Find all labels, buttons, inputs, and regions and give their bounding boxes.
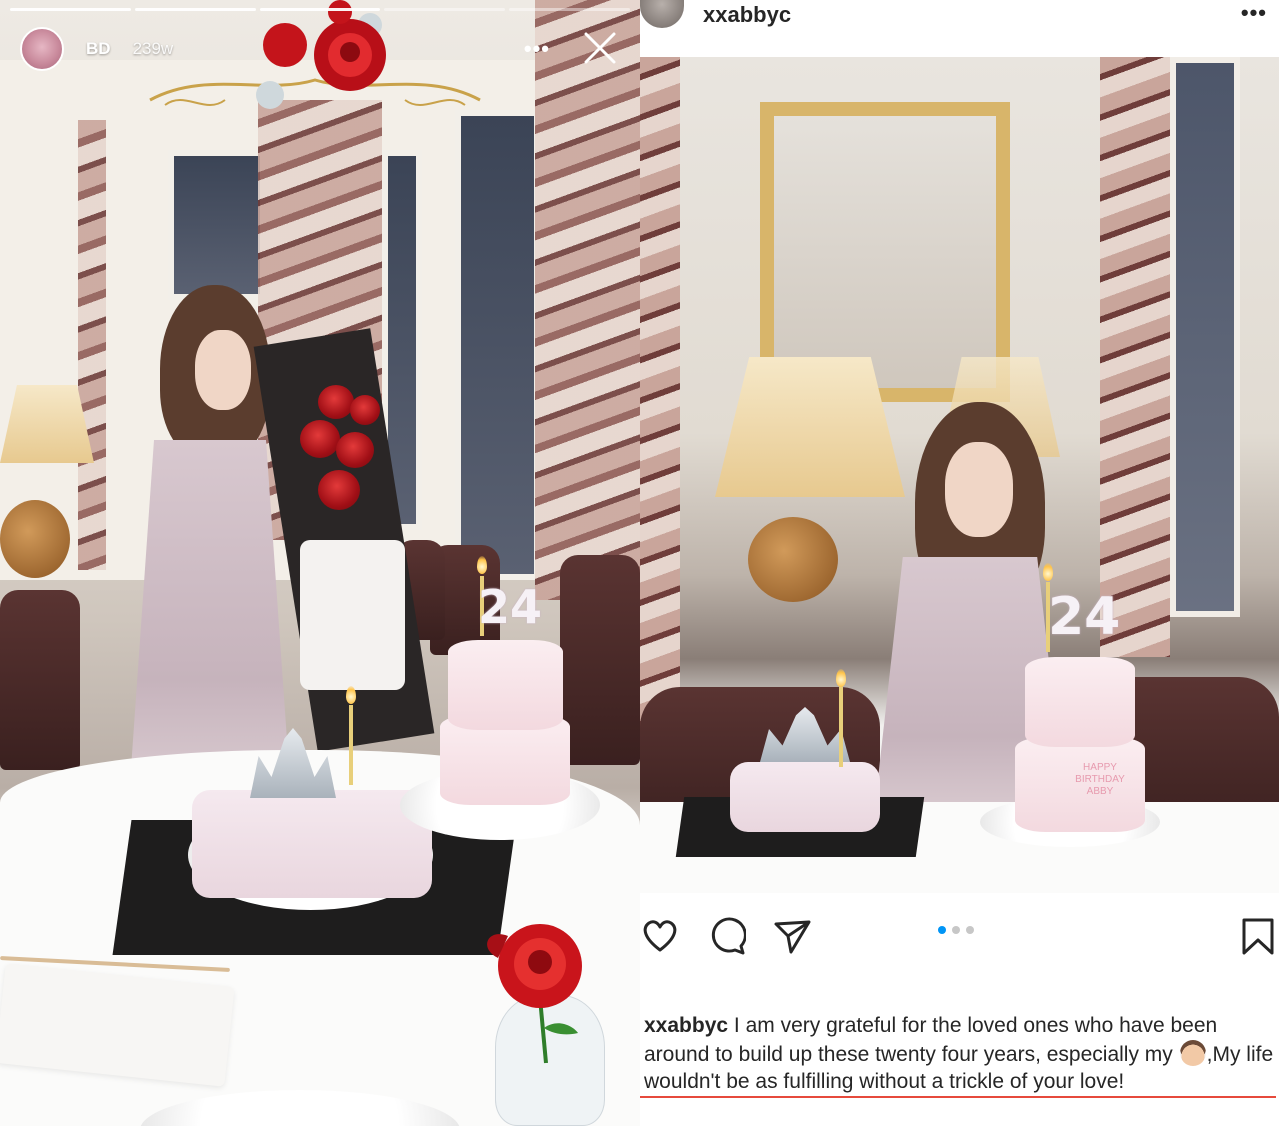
progress-segment (10, 8, 131, 11)
story-progress-bar (10, 8, 630, 11)
comment-icon[interactable] (706, 916, 746, 956)
caption-username[interactable]: xxabbyc (644, 1014, 728, 1037)
post-header: xxabbyc ••• (640, 0, 1279, 56)
progress-segment (259, 8, 381, 11)
boy-face-emoji-icon (1179, 1039, 1206, 1066)
story-timestamp: 239w (132, 39, 174, 58)
bookmark-icon[interactable] (1238, 916, 1278, 956)
post-photo[interactable]: 24 HAPPY BIRTHDAY ABBY (640, 57, 1279, 893)
cake-plaque: HAPPY BIRTHDAY ABBY (1075, 762, 1125, 797)
caption-text-part1: I am very grateful for the loved ones wh… (644, 1014, 1218, 1066)
carousel-dot (952, 926, 960, 934)
send-icon[interactable] (772, 916, 812, 956)
carousel-dot (966, 926, 974, 934)
carousel-dot-active (938, 926, 946, 934)
carousel-indicator (938, 926, 974, 934)
progress-segment (134, 8, 256, 11)
post-caption: xxabbyc I am very grateful for the loved… (644, 1012, 1274, 1096)
story-avatar[interactable] (20, 27, 64, 71)
post-username[interactable]: xxabbyc (703, 2, 791, 28)
red-underline-annotation (640, 1096, 1276, 1098)
progress-segment (384, 8, 506, 11)
post-more-options-button[interactable]: ••• (1241, 0, 1267, 26)
post-action-bar (640, 906, 1279, 962)
story-viewer[interactable]: 24 BD 239w ••• (0, 0, 640, 1126)
feed-post: xxabbyc ••• 24 HAPPY BIRTHDAY ABBY xxabb… (640, 0, 1279, 1126)
progress-segment (509, 8, 630, 11)
story-more-options-button[interactable]: ••• (524, 36, 550, 62)
cake-number-24: 24 (478, 580, 543, 634)
heart-icon[interactable] (640, 916, 680, 956)
post-avatar[interactable] (640, 0, 684, 28)
cake-number-24-right: 24 (1048, 587, 1121, 647)
rose-sticker-bottom (487, 924, 582, 1064)
story-username[interactable]: BD (86, 39, 111, 59)
close-icon[interactable] (580, 28, 620, 68)
story-header: BD 239w ••• (20, 24, 620, 74)
